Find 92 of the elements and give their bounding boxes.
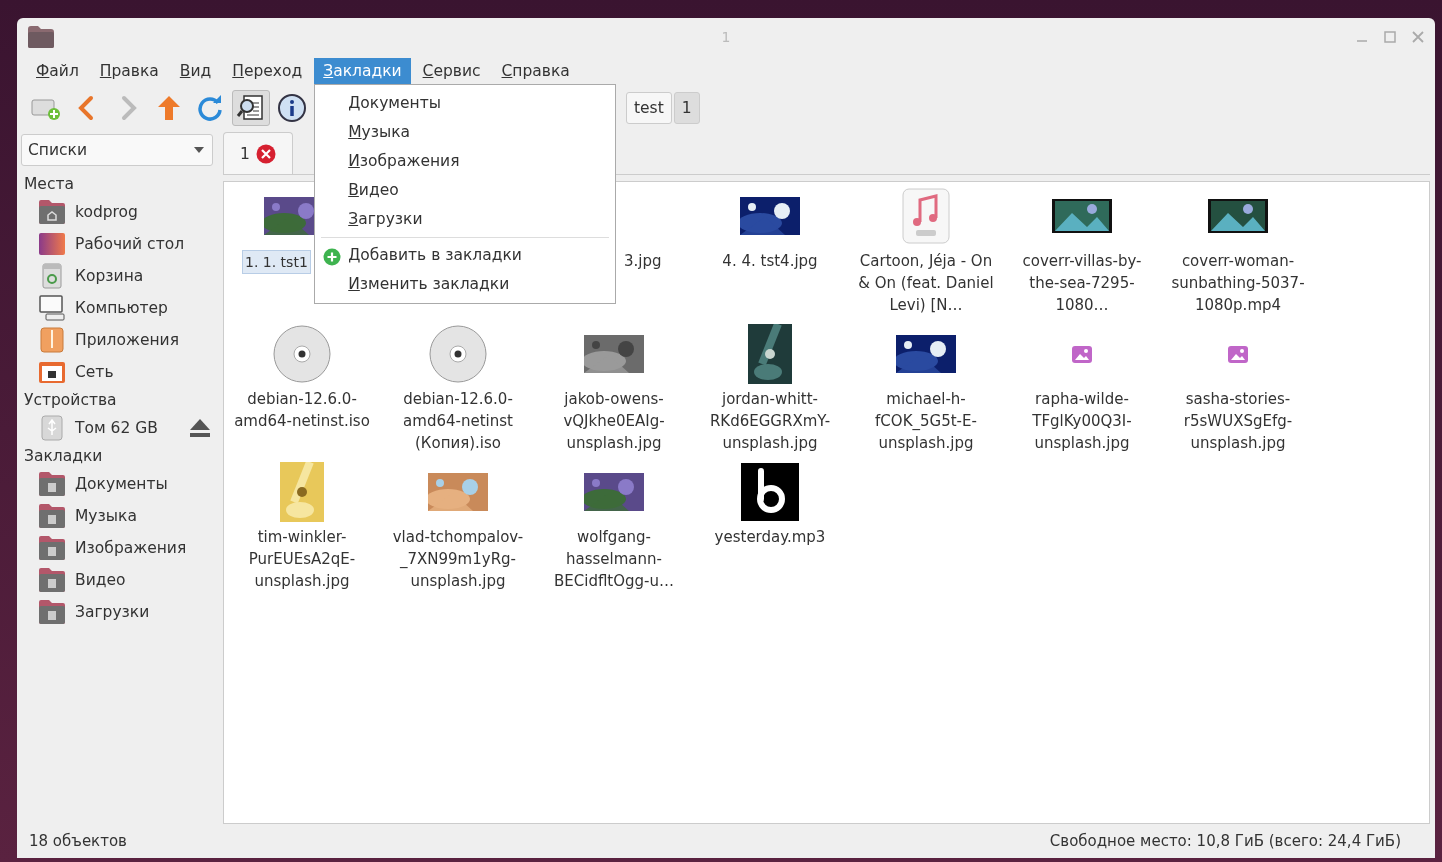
file-name[interactable]: vlad-tchompalov-_7XN99m1yRg-unsplash.jpg	[382, 526, 534, 592]
file-name[interactable]: jordan-whitt-RKd6EGGRXmY-unsplash.jpg	[694, 388, 846, 454]
disc-icon	[273, 325, 331, 383]
close-icon[interactable]	[255, 143, 276, 164]
folder-icon	[38, 535, 66, 561]
file-name[interactable]: 1. 1. tst1	[242, 250, 311, 274]
file-name[interactable]: coverr-villas-by-the-sea-7295-1080…	[1006, 250, 1158, 316]
file-name[interactable]: debian-12.6.0-amd64-netinst.iso	[226, 388, 378, 432]
image-icon	[1228, 345, 1248, 363]
file-name[interactable]: rapha-wilde-TFglKy00Q3I-unsplash.jpg	[1006, 388, 1158, 454]
file-name[interactable]: coverr-woman-sunbathing-5037-1080p.mp4	[1162, 250, 1314, 316]
menu-entry[interactable]: Видео	[315, 176, 616, 205]
folder-icon	[38, 471, 66, 497]
disc-icon	[429, 325, 487, 383]
folder-icon	[38, 599, 66, 625]
caret-icon	[194, 147, 204, 153]
file-name[interactable]: jakob-owens-vQJkhe0EAIg-unsplash.jpg	[538, 388, 690, 454]
sidebar-item[interactable]: Видео	[21, 564, 217, 596]
applications-icon	[38, 327, 66, 353]
folder-icon	[38, 567, 66, 593]
sidebar-label: Компьютер	[75, 299, 168, 317]
file-name[interactable]: debian-12.6.0-amd64-netinst (Копия).iso	[382, 388, 534, 454]
image-icon	[1072, 345, 1092, 363]
eject-icon[interactable]	[189, 418, 211, 438]
sidebar-item[interactable]: Приложения	[21, 324, 217, 356]
free-space: Свободное место: 10,8 ГиБ (всего: 24,4 ГиБ)	[1049, 832, 1401, 850]
network-folder-icon	[38, 359, 66, 385]
sidebar-item[interactable]: Загрузки	[21, 596, 217, 628]
sidebar-item[interactable]: Музыка	[21, 500, 217, 532]
menu-entry[interactable]: Изображения	[315, 147, 616, 176]
file-name[interactable]: michael-h-fCOK_5G5t-E-unsplash.jpg	[850, 388, 1002, 454]
audio-player-icon	[741, 463, 799, 521]
menu-item[interactable]: Переход	[223, 58, 312, 84]
path-button[interactable]: test	[626, 92, 672, 124]
section-heading: Места	[23, 174, 75, 195]
sidebar-item[interactable]: Том 62 GB	[21, 412, 217, 444]
file-name[interactable]: sasha-stories-r5sWUXSgEfg-unsplash.jpg	[1162, 388, 1314, 454]
file-name[interactable]: 3.jpg	[622, 250, 664, 272]
music-file-icon	[902, 188, 950, 244]
sidebar-item[interactable]: Изображения	[21, 532, 217, 564]
side-pane-dropdown[interactable]: Списки	[21, 134, 213, 166]
desktop-folder-icon	[38, 231, 66, 257]
sidebar-label: Сеть	[75, 363, 114, 381]
computer-icon	[38, 295, 66, 321]
sidebar-label: Видео	[75, 571, 126, 589]
sidebar-label: kodprog	[75, 203, 138, 221]
path-button[interactable]: 1	[673, 92, 700, 124]
tab[interactable]: 1	[223, 132, 293, 174]
sidebar-label: Музыка	[75, 507, 137, 525]
sidebar-item[interactable]: Компьютер	[21, 292, 217, 324]
sidebar-label: Документы	[75, 475, 168, 493]
menu-item[interactable]: Файл	[27, 58, 88, 84]
item-count: 18 объектов	[29, 832, 127, 850]
sidebar-label: Рабочий стол	[75, 235, 185, 253]
menu-entry[interactable]: Музыка	[315, 118, 616, 147]
menu-item[interactable]: Сервис	[413, 58, 490, 84]
sidebar-item[interactable]: kodprog	[21, 196, 217, 228]
menu-entry[interactable]: Загрузки	[315, 205, 616, 234]
sidebar-label: Том 62 GB	[75, 419, 158, 437]
usb-drive-icon	[38, 415, 66, 441]
sidebar-label: Изображения	[75, 539, 187, 557]
file-name[interactable]: 4. 4. tst4.jpg	[694, 250, 846, 272]
sidebar-label: Приложения	[75, 331, 179, 349]
folder-icon	[27, 25, 55, 49]
sidebar-item[interactable]: Корзина	[21, 260, 217, 292]
menu-item[interactable]: Закладки	[314, 58, 411, 84]
file-name[interactable]: wolfgang-hasselmann-BECidfltOgg-u…	[538, 526, 690, 592]
info-icon	[277, 93, 307, 123]
file-name[interactable]: Cartoon, Jéja - On & On (feat. Daniel Levi) [N…	[850, 250, 1002, 316]
search-icon	[236, 93, 266, 123]
section-heading: Закладки	[23, 446, 104, 467]
folder-icon	[38, 503, 66, 529]
file-name[interactable]: yesterday.mp3	[694, 526, 846, 548]
menu-item[interactable]: Вид	[170, 58, 221, 84]
maximize-icon[interactable]	[1383, 30, 1397, 44]
menu-entry[interactable]: Добавить в закладки	[315, 241, 616, 270]
section-heading: Устройства	[23, 390, 118, 411]
up-arrow-icon	[156, 94, 182, 122]
menu-item[interactable]: Правка	[90, 58, 168, 84]
reload-icon	[196, 94, 224, 122]
menu-entry[interactable]: Документы	[315, 89, 616, 118]
sidebar-item[interactable]: Сеть	[21, 356, 217, 388]
sidebar-item[interactable]: Рабочий стол	[21, 228, 217, 260]
menu-entry[interactable]: Изменить закладки	[315, 270, 616, 299]
menu-item[interactable]: Справка	[492, 58, 579, 84]
sidebar-item[interactable]: Документы	[21, 468, 217, 500]
home-folder-icon	[38, 199, 66, 225]
file-name[interactable]: tim-winkler-PurEUEsA2qE-unsplash.jpg	[226, 526, 378, 592]
sidebar-label: Загрузки	[75, 603, 150, 621]
add-icon	[323, 248, 342, 266]
sidebar-label: Корзина	[75, 267, 144, 285]
search-button[interactable]	[232, 90, 270, 126]
